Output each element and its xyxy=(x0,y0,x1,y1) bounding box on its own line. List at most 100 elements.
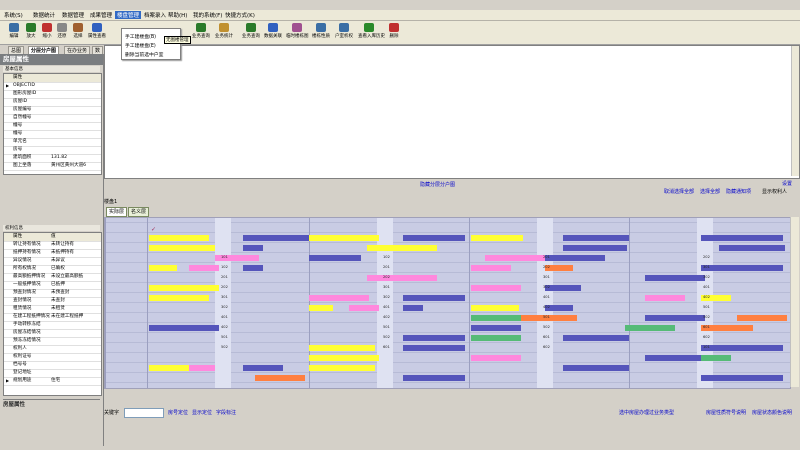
house-unit-cell[interactable] xyxy=(545,255,605,261)
toolbar-button-19[interactable]: 楼栋性质 xyxy=(310,22,332,43)
house-unit-cell[interactable] xyxy=(471,335,521,341)
house-unit-cell[interactable] xyxy=(149,265,177,271)
house-unit-cell[interactable] xyxy=(367,275,437,281)
house-unit-cell[interactable] xyxy=(149,285,219,291)
house-unit-cell[interactable] xyxy=(243,365,283,371)
house-unit-cell[interactable] xyxy=(403,335,465,341)
house-unit-cell[interactable] xyxy=(149,295,209,301)
left-tab-1[interactable]: 分层分户图 xyxy=(28,46,60,54)
toolbar-button-23[interactable]: 删除 xyxy=(383,22,405,43)
house-unit-cell[interactable] xyxy=(309,365,375,371)
house-unit-cell[interactable] xyxy=(471,265,511,271)
menu-item-7[interactable]: 我的系统(F) xyxy=(193,11,222,19)
house-unit-cell[interactable] xyxy=(189,365,215,371)
search-input[interactable] xyxy=(124,408,164,418)
house-unit-cell[interactable] xyxy=(563,365,629,371)
house-unit-cell[interactable] xyxy=(149,245,215,251)
house-unit-cell[interactable] xyxy=(243,265,263,271)
house-unit-cell[interactable] xyxy=(485,255,545,261)
house-unit-cell[interactable] xyxy=(471,235,523,241)
floor-tab-0[interactable]: 实际层 xyxy=(106,207,128,217)
house-unit-cell[interactable] xyxy=(403,295,465,301)
house-unit-cell[interactable] xyxy=(189,265,219,271)
toolbar-button-18[interactable]: 临时楼栋图 xyxy=(286,22,309,43)
house-unit-cell[interactable] xyxy=(403,235,465,241)
status-link-right-1[interactable]: 房屋性质符号说明 xyxy=(706,409,746,416)
left-tab-2[interactable]: 在办业务 xyxy=(64,46,91,54)
house-unit-cell[interactable] xyxy=(563,235,629,241)
toolbar-button-14[interactable]: 业务查询 xyxy=(190,22,212,43)
board-scrollbar[interactable] xyxy=(790,217,799,387)
house-unit-cell[interactable] xyxy=(309,345,375,351)
house-unit-cell[interactable] xyxy=(255,375,305,381)
house-unit-cell[interactable] xyxy=(403,375,465,381)
house-unit-cell[interactable] xyxy=(645,355,705,361)
house-unit-cell[interactable] xyxy=(349,305,379,311)
house-unit-cell[interactable] xyxy=(701,355,731,361)
house-attribute-grid[interactable]: 属性 ▶ OBJECTID 图形房屋ID 房屋ID 房屋编号 自然幢号 幢号 幢号 单元名 房号 建筑… xyxy=(3,73,102,175)
menu-item-2[interactable]: 数据管理 xyxy=(62,11,84,19)
table-row[interactable]: ▶ 规划用途 住宅 xyxy=(4,377,101,386)
house-unit-cell[interactable] xyxy=(563,245,627,251)
right-link-3[interactable]: 隐藏通知项 xyxy=(726,188,751,195)
house-unit-cell[interactable] xyxy=(645,295,685,301)
house-grid-board[interactable]: 101 102 201 202 102 201 202 301 201 202 301 302 202 3… xyxy=(104,217,791,389)
menu-item-4[interactable]: 楼盘管理 xyxy=(115,11,142,19)
canvas-scrollbar[interactable] xyxy=(791,46,799,176)
layer-drawing-canvas[interactable] xyxy=(104,45,800,179)
house-unit-cell[interactable] xyxy=(701,345,783,351)
dropdown-item-1[interactable]: 手工建楼盘(E) xyxy=(125,42,156,49)
menu-item-6[interactable]: 帮助(H) xyxy=(168,11,187,19)
toolbar-button-5[interactable]: 属性查看 xyxy=(86,22,108,43)
status-attribute-grid[interactable]: 属性 值转让持有情况 未转让持有 抵押持有情况 未抵押持有 异议情况 未异议 所有权情况 已确权… xyxy=(3,232,102,396)
house-unit-cell[interactable] xyxy=(309,305,333,311)
house-unit-cell[interactable] xyxy=(403,305,423,311)
dropdown-item-2[interactable]: 删除当前选中户室 xyxy=(125,51,163,58)
house-unit-cell[interactable] xyxy=(701,375,783,381)
right-link-1[interactable]: 取消选择全部 xyxy=(664,188,694,195)
status-link-right-0[interactable]: 选中房屋办理过业务类型 xyxy=(619,409,674,416)
menu-item-3[interactable]: 成果管理 xyxy=(90,11,112,19)
house-unit-cell[interactable] xyxy=(309,235,379,241)
status-link-left-1[interactable]: 显示定位 xyxy=(192,409,212,416)
house-unit-cell[interactable] xyxy=(719,245,785,251)
house-unit-cell[interactable] xyxy=(471,285,521,291)
house-unit-cell[interactable] xyxy=(149,235,209,241)
house-unit-cell[interactable] xyxy=(645,315,705,321)
status-link-left-0[interactable]: 房号定位 xyxy=(168,409,188,416)
status-link-right-2[interactable]: 房屋状态颜色说明 xyxy=(752,409,792,416)
toolbar-button-16[interactable]: 业务查询 xyxy=(240,22,262,43)
left-tab-0[interactable]: 总图 xyxy=(8,46,25,54)
house-unit-cell[interactable] xyxy=(645,275,705,281)
menu-item-0[interactable]: 系统(S) xyxy=(4,11,23,19)
house-unit-cell[interactable] xyxy=(471,355,521,361)
toolbar-button-22[interactable]: 查看入库历史 xyxy=(358,22,385,43)
right-link-2[interactable]: 选择全部 xyxy=(700,188,720,195)
menu-item-5[interactable]: 档案录入 xyxy=(144,11,166,19)
toolbar-button-15[interactable]: 业务统计 xyxy=(213,22,235,43)
toolbar-button-20[interactable]: 户室析权 xyxy=(333,22,355,43)
house-unit-cell[interactable] xyxy=(737,315,787,321)
house-unit-cell[interactable] xyxy=(701,265,783,271)
house-unit-cell[interactable] xyxy=(309,295,369,301)
toolbar-button-17[interactable]: 数据关联 xyxy=(262,22,284,43)
house-unit-cell[interactable] xyxy=(309,255,361,261)
house-unit-cell[interactable] xyxy=(243,245,263,251)
house-unit-cell[interactable] xyxy=(471,305,519,311)
house-unit-cell[interactable] xyxy=(403,345,465,351)
menu-item-1[interactable]: 数据统计 xyxy=(33,11,55,19)
house-unit-cell[interactable] xyxy=(367,245,437,251)
right-link-0[interactable]: 设置 xyxy=(782,180,792,187)
house-unit-cell[interactable] xyxy=(149,365,189,371)
house-unit-cell[interactable] xyxy=(545,285,581,291)
house-unit-cell[interactable] xyxy=(625,325,675,331)
house-unit-cell[interactable] xyxy=(243,235,311,241)
floor-tab-1[interactable]: 名义层 xyxy=(128,207,150,217)
table-row[interactable]: 图上坐落 黄州区黄州大道6 xyxy=(4,162,101,171)
menu-item-8[interactable]: 快捷方式(K) xyxy=(225,11,255,19)
status-link-left-2[interactable]: 字段标注 xyxy=(216,409,236,416)
left-tab-3[interactable]: 数 xyxy=(92,46,104,54)
house-unit-cell[interactable] xyxy=(471,325,521,331)
right-link-4[interactable]: 显示权利人 xyxy=(762,188,787,195)
house-unit-cell[interactable] xyxy=(471,315,521,321)
